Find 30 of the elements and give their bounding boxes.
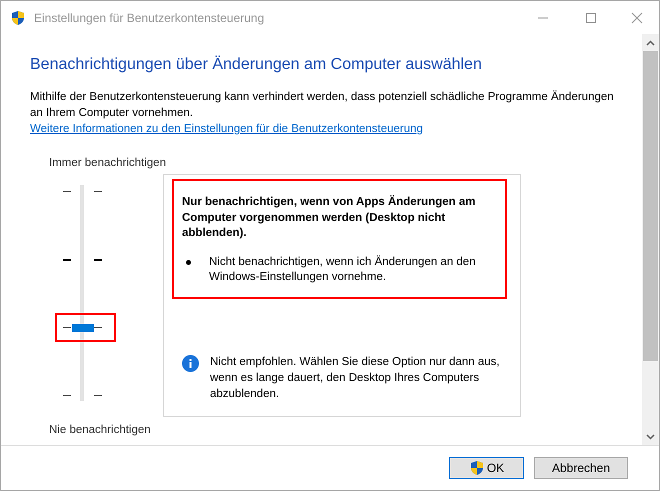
slider-tick bbox=[63, 395, 71, 396]
scroll-up-icon[interactable] bbox=[646, 40, 655, 46]
shield-icon bbox=[10, 10, 26, 26]
window-title: Einstellungen für Benutzerkontensteuerung bbox=[34, 10, 264, 26]
slider-tick bbox=[63, 191, 71, 192]
slider-tick bbox=[63, 259, 71, 262]
bullet-icon bbox=[186, 260, 191, 265]
scrollbar[interactable] bbox=[642, 34, 659, 445]
scroll-down-icon[interactable] bbox=[646, 434, 655, 440]
slider-tick bbox=[63, 327, 71, 328]
top-slider-label: Immer benachrichtigen bbox=[49, 156, 167, 171]
option-title: Nur benachrichtigen, wenn von Apps Änderungen am Computer vorgenommen werden (Desktop nicht abblenden). bbox=[182, 195, 476, 242]
shield-icon bbox=[468, 460, 485, 476]
info-link[interactable]: Weitere Informationen zu den Einstellungen für die Benutzerkontensteuerung bbox=[30, 121, 423, 137]
info-icon bbox=[182, 354, 199, 372]
page-heading: Benachrichtigungen über Änderungen am Computer auswählen bbox=[30, 54, 483, 75]
ok-button[interactable]: OK bbox=[449, 457, 524, 479]
slider-thumb[interactable] bbox=[72, 324, 94, 332]
note-text: Nicht empfohlen. Wählen Sie diese Option nur dann aus, wenn es lange dauert, den Desktop Ihres Computers abzublenden. bbox=[210, 354, 500, 402]
slider-tick bbox=[94, 327, 102, 328]
slider-tick bbox=[94, 259, 102, 262]
maximize-icon[interactable] bbox=[585, 12, 597, 24]
intro-text: Mithilfe der Benutzerkontensteuerung kann verhindert werden, dass potenziell schädliche Programme Änderungen an Ihrem Computer vornehmen. bbox=[30, 89, 615, 121]
slider-tick bbox=[94, 191, 102, 192]
cancel-button[interactable]: Abbrechen bbox=[534, 457, 628, 479]
close-icon[interactable] bbox=[631, 12, 643, 24]
slider-tick bbox=[94, 395, 102, 396]
bottom-slider-label: Nie benachrichtigen bbox=[49, 423, 152, 438]
scrollbar-thumb[interactable] bbox=[643, 51, 658, 361]
option-detail: Nicht benachrichtigen, wenn ich Änderungen an den Windows-Einstellungen vornehme. bbox=[209, 254, 477, 286]
